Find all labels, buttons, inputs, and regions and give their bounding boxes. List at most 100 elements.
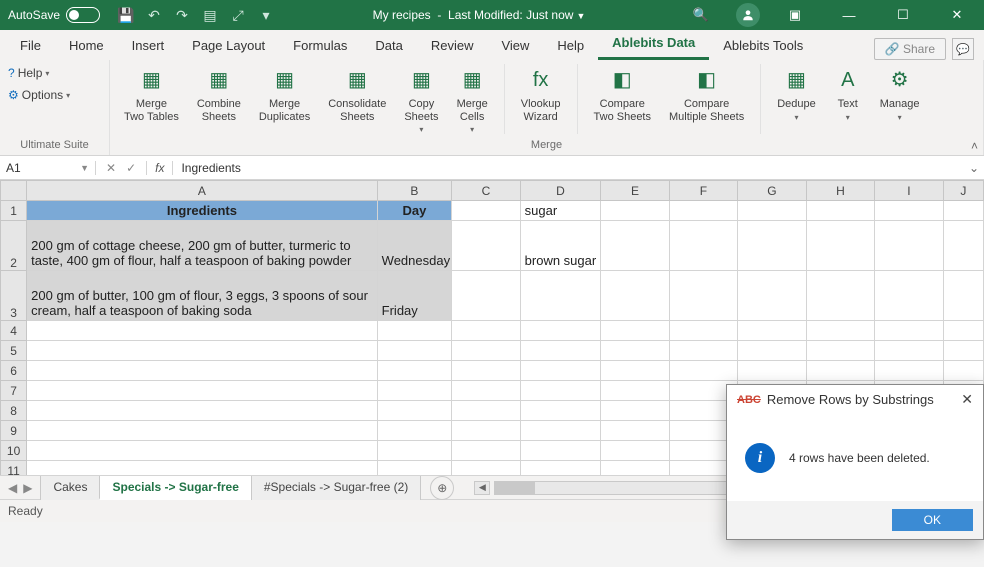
- cell-J6[interactable]: [943, 361, 983, 381]
- cell-A8[interactable]: [27, 401, 377, 421]
- cell-J1[interactable]: [943, 201, 983, 221]
- cell-D2[interactable]: brown sugar: [520, 221, 601, 271]
- cell-I3[interactable]: [875, 271, 943, 321]
- cell-A7[interactable]: [27, 381, 377, 401]
- dedupe-button[interactable]: ▦Dedupe▾: [771, 64, 822, 125]
- cell-B7[interactable]: [377, 381, 452, 401]
- col-header[interactable]: D: [520, 181, 601, 201]
- row-header[interactable]: 9: [1, 421, 27, 441]
- row-header[interactable]: 5: [1, 341, 27, 361]
- cell-C10[interactable]: [452, 441, 520, 461]
- cell-D6[interactable]: [520, 361, 601, 381]
- cell-H6[interactable]: [806, 361, 874, 381]
- cell-I6[interactable]: [875, 361, 943, 381]
- cell-G3[interactable]: [738, 271, 806, 321]
- cell-E6[interactable]: [601, 361, 669, 381]
- cell-B8[interactable]: [377, 401, 452, 421]
- cell-B2[interactable]: Wednesday: [377, 221, 452, 271]
- col-header[interactable]: H: [806, 181, 874, 201]
- sheet-tab[interactable]: Specials -> Sugar-free: [99, 475, 251, 500]
- col-header[interactable]: I: [875, 181, 943, 201]
- cell-B4[interactable]: [377, 321, 452, 341]
- cell-C5[interactable]: [452, 341, 520, 361]
- cell-B10[interactable]: [377, 441, 452, 461]
- cell-J3[interactable]: [943, 271, 983, 321]
- row-header[interactable]: 2: [1, 221, 27, 271]
- cell-E4[interactable]: [601, 321, 669, 341]
- cell-C2[interactable]: [452, 221, 520, 271]
- cell-B9[interactable]: [377, 421, 452, 441]
- tab-ablebits-tools[interactable]: Ablebits Tools: [709, 32, 817, 60]
- compare-two-sheets-button[interactable]: ◧CompareTwo Sheets: [588, 64, 657, 125]
- col-header[interactable]: B: [377, 181, 452, 201]
- combine-sheets-button[interactable]: ▦CombineSheets: [191, 64, 247, 125]
- row-header[interactable]: 8: [1, 401, 27, 421]
- cell-E7[interactable]: [601, 381, 669, 401]
- cell-B11[interactable]: [377, 461, 452, 476]
- cell-E8[interactable]: [601, 401, 669, 421]
- cell-A11[interactable]: [27, 461, 377, 476]
- cell-A1[interactable]: Ingredients: [27, 201, 377, 221]
- cell-C8[interactable]: [452, 401, 520, 421]
- tab-data[interactable]: Data: [361, 32, 416, 60]
- options-button[interactable]: ⚙Options ▾: [8, 86, 101, 104]
- tab-file[interactable]: File: [6, 32, 55, 60]
- cell-C11[interactable]: [452, 461, 520, 476]
- merge-cells-button[interactable]: ▦MergeCells▾: [451, 64, 494, 138]
- autosave-toggle[interactable]: [66, 7, 100, 23]
- col-header[interactable]: F: [669, 181, 737, 201]
- row-header[interactable]: 10: [1, 441, 27, 461]
- vlookup-wizard-button[interactable]: fxVlookupWizard: [515, 64, 567, 125]
- cell-B1[interactable]: Day: [377, 201, 452, 221]
- tab-ablebits-data[interactable]: Ablebits Data: [598, 29, 709, 60]
- row-header[interactable]: 7: [1, 381, 27, 401]
- cell-D3[interactable]: [520, 271, 601, 321]
- cell-D8[interactable]: [520, 401, 601, 421]
- formula-input[interactable]: Ingredients: [173, 161, 964, 175]
- fx-icon[interactable]: fx: [147, 161, 173, 175]
- tab-home[interactable]: Home: [55, 32, 118, 60]
- cell-H2[interactable]: [806, 221, 874, 271]
- hscroll-left-icon[interactable]: ◀: [474, 481, 490, 495]
- cell-B6[interactable]: [377, 361, 452, 381]
- cell-G6[interactable]: [738, 361, 806, 381]
- cell-D10[interactable]: [520, 441, 601, 461]
- cell-C7[interactable]: [452, 381, 520, 401]
- cell-I5[interactable]: [875, 341, 943, 361]
- sheet-nav-next-icon[interactable]: ▶: [23, 481, 32, 495]
- touch-mode-icon[interactable]: ⤢: [228, 5, 248, 25]
- cell-G2[interactable]: [738, 221, 806, 271]
- account-avatar[interactable]: [736, 3, 760, 27]
- sheet-nav-prev-icon[interactable]: ◀: [8, 481, 17, 495]
- help-button[interactable]: ?Help ▾: [8, 64, 101, 82]
- comments-button[interactable]: 💬: [952, 38, 974, 60]
- cell-A3[interactable]: 200 gm of butter, 100 gm of flour, 3 egg…: [27, 271, 377, 321]
- tab-insert[interactable]: Insert: [118, 32, 179, 60]
- compare-multiple-sheets-button[interactable]: ◧CompareMultiple Sheets: [663, 64, 750, 125]
- redo-icon[interactable]: ↷: [172, 5, 192, 25]
- row-header[interactable]: 6: [1, 361, 27, 381]
- formula-expand-icon[interactable]: ⌄: [964, 161, 984, 175]
- cell-H5[interactable]: [806, 341, 874, 361]
- tab-help[interactable]: Help: [543, 32, 598, 60]
- undo-icon[interactable]: ↶: [144, 5, 164, 25]
- col-header[interactable]: C: [452, 181, 520, 201]
- cell-C3[interactable]: [452, 271, 520, 321]
- cell-E1[interactable]: [601, 201, 669, 221]
- cell-A10[interactable]: [27, 441, 377, 461]
- cell-F3[interactable]: [669, 271, 737, 321]
- cell-F1[interactable]: [669, 201, 737, 221]
- dialog-ok-button[interactable]: OK: [892, 509, 973, 531]
- cell-I2[interactable]: [875, 221, 943, 271]
- cell-E10[interactable]: [601, 441, 669, 461]
- cell-A6[interactable]: [27, 361, 377, 381]
- cell-J2[interactable]: [943, 221, 983, 271]
- hscroll-thumb[interactable]: [495, 482, 535, 494]
- accept-formula-icon[interactable]: ✓: [126, 161, 136, 175]
- row-header[interactable]: 11: [1, 461, 27, 476]
- sheet-tab[interactable]: #Specials -> Sugar-free (2): [251, 475, 421, 500]
- cell-D4[interactable]: [520, 321, 601, 341]
- cell-I4[interactable]: [875, 321, 943, 341]
- minimize-button[interactable]: —: [830, 0, 868, 30]
- cancel-formula-icon[interactable]: ✕: [106, 161, 116, 175]
